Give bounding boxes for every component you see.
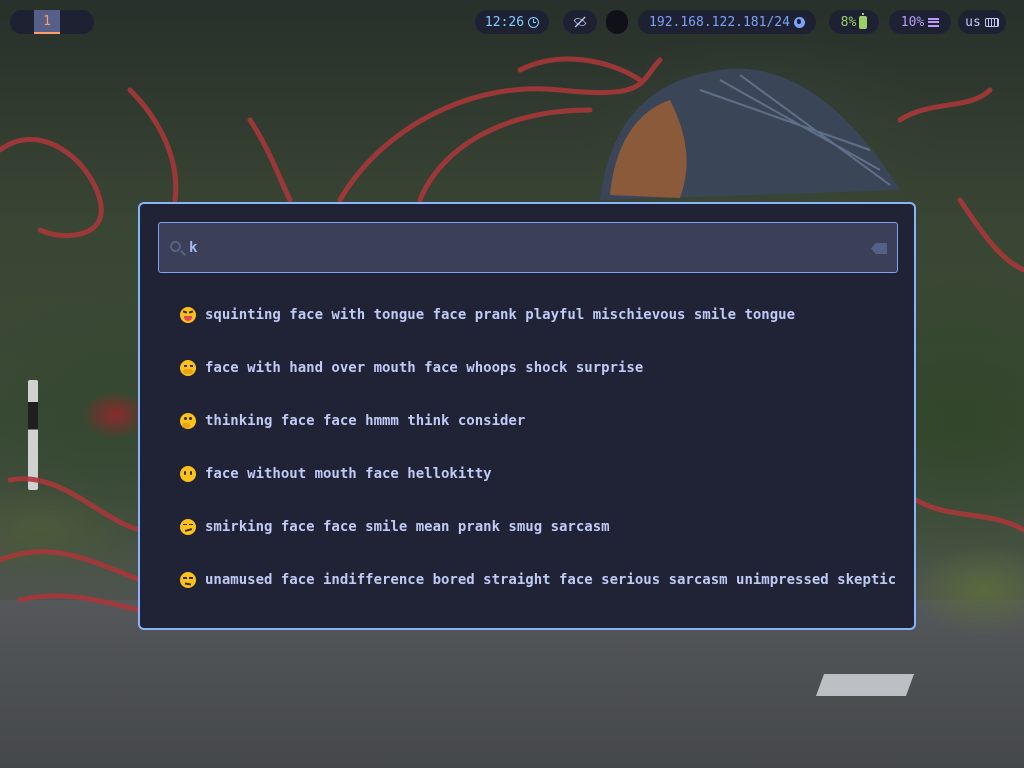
battery-icon [859, 13, 868, 29]
clock-icon [528, 16, 540, 28]
list-item[interactable]: thinking face face hmmm think consider [180, 394, 896, 447]
privacy-indicator[interactable] [563, 10, 597, 34]
keyboard-layout: us [965, 14, 981, 30]
result-label: face without mouth face hellokitty [205, 465, 492, 482]
result-label: squinting face with tongue face prank pl… [205, 307, 796, 323]
tray-indicator[interactable] [606, 10, 628, 34]
keyboard-layout-widget[interactable]: us [958, 10, 1006, 34]
eye-off-icon [573, 15, 587, 29]
cpu-widget[interactable]: 10% [889, 10, 951, 34]
list-item[interactable]: face without mouth face hellokitty [180, 447, 896, 500]
list-item[interactable]: face with hand over mouth face whoops sh… [180, 341, 896, 394]
list-item[interactable]: smirking face face smile mean prank smug… [180, 500, 896, 553]
cpu-percent: 10% [900, 14, 925, 30]
hand-over-mouth-emoji-icon [180, 359, 196, 376]
network-widget[interactable]: 192.168.122.181/24 [638, 10, 816, 34]
search-icon [170, 241, 181, 252]
cpu-icon [928, 17, 940, 27]
smirking-face-emoji-icon [180, 518, 196, 535]
result-label: unamused face indifference bored straigh… [205, 571, 896, 588]
result-label: thinking face face hmmm think consider [205, 412, 526, 429]
face-without-mouth-emoji-icon [180, 465, 196, 482]
globe-icon [793, 16, 805, 28]
backspace-icon[interactable] [871, 243, 887, 254]
unamused-face-emoji-icon [180, 571, 196, 588]
battery-widget[interactable]: 8% [829, 10, 879, 34]
search-input[interactable] [189, 236, 849, 260]
thinking-face-emoji-icon [180, 412, 196, 429]
status-bar: 1 12:26 192.168.122.181/24 8% 10% us [0, 0, 1024, 44]
result-label: face with hand over mouth face whoops sh… [205, 359, 644, 376]
clock-time: 12:26 [484, 14, 525, 30]
search-box[interactable] [158, 222, 898, 273]
squinting-tongue-emoji-icon [180, 307, 196, 323]
results-list: squinting face with tongue face prank pl… [180, 289, 896, 606]
workspace-label: 1 [43, 13, 51, 29]
clock-widget[interactable]: 12:26 [475, 10, 549, 34]
workspace-button-1[interactable]: 1 [34, 10, 60, 34]
result-label: smirking face face smile mean prank smug… [205, 518, 610, 535]
keyboard-icon [984, 17, 999, 27]
network-ip: 192.168.122.181/24 [649, 14, 790, 30]
emoji-launcher: squinting face with tongue face prank pl… [138, 202, 916, 630]
battery-percent: 8% [840, 14, 857, 30]
list-item[interactable]: squinting face with tongue face prank pl… [180, 289, 896, 341]
list-item[interactable]: unamused face indifference bored straigh… [180, 553, 896, 606]
workspace-switcher: 1 [10, 10, 94, 34]
